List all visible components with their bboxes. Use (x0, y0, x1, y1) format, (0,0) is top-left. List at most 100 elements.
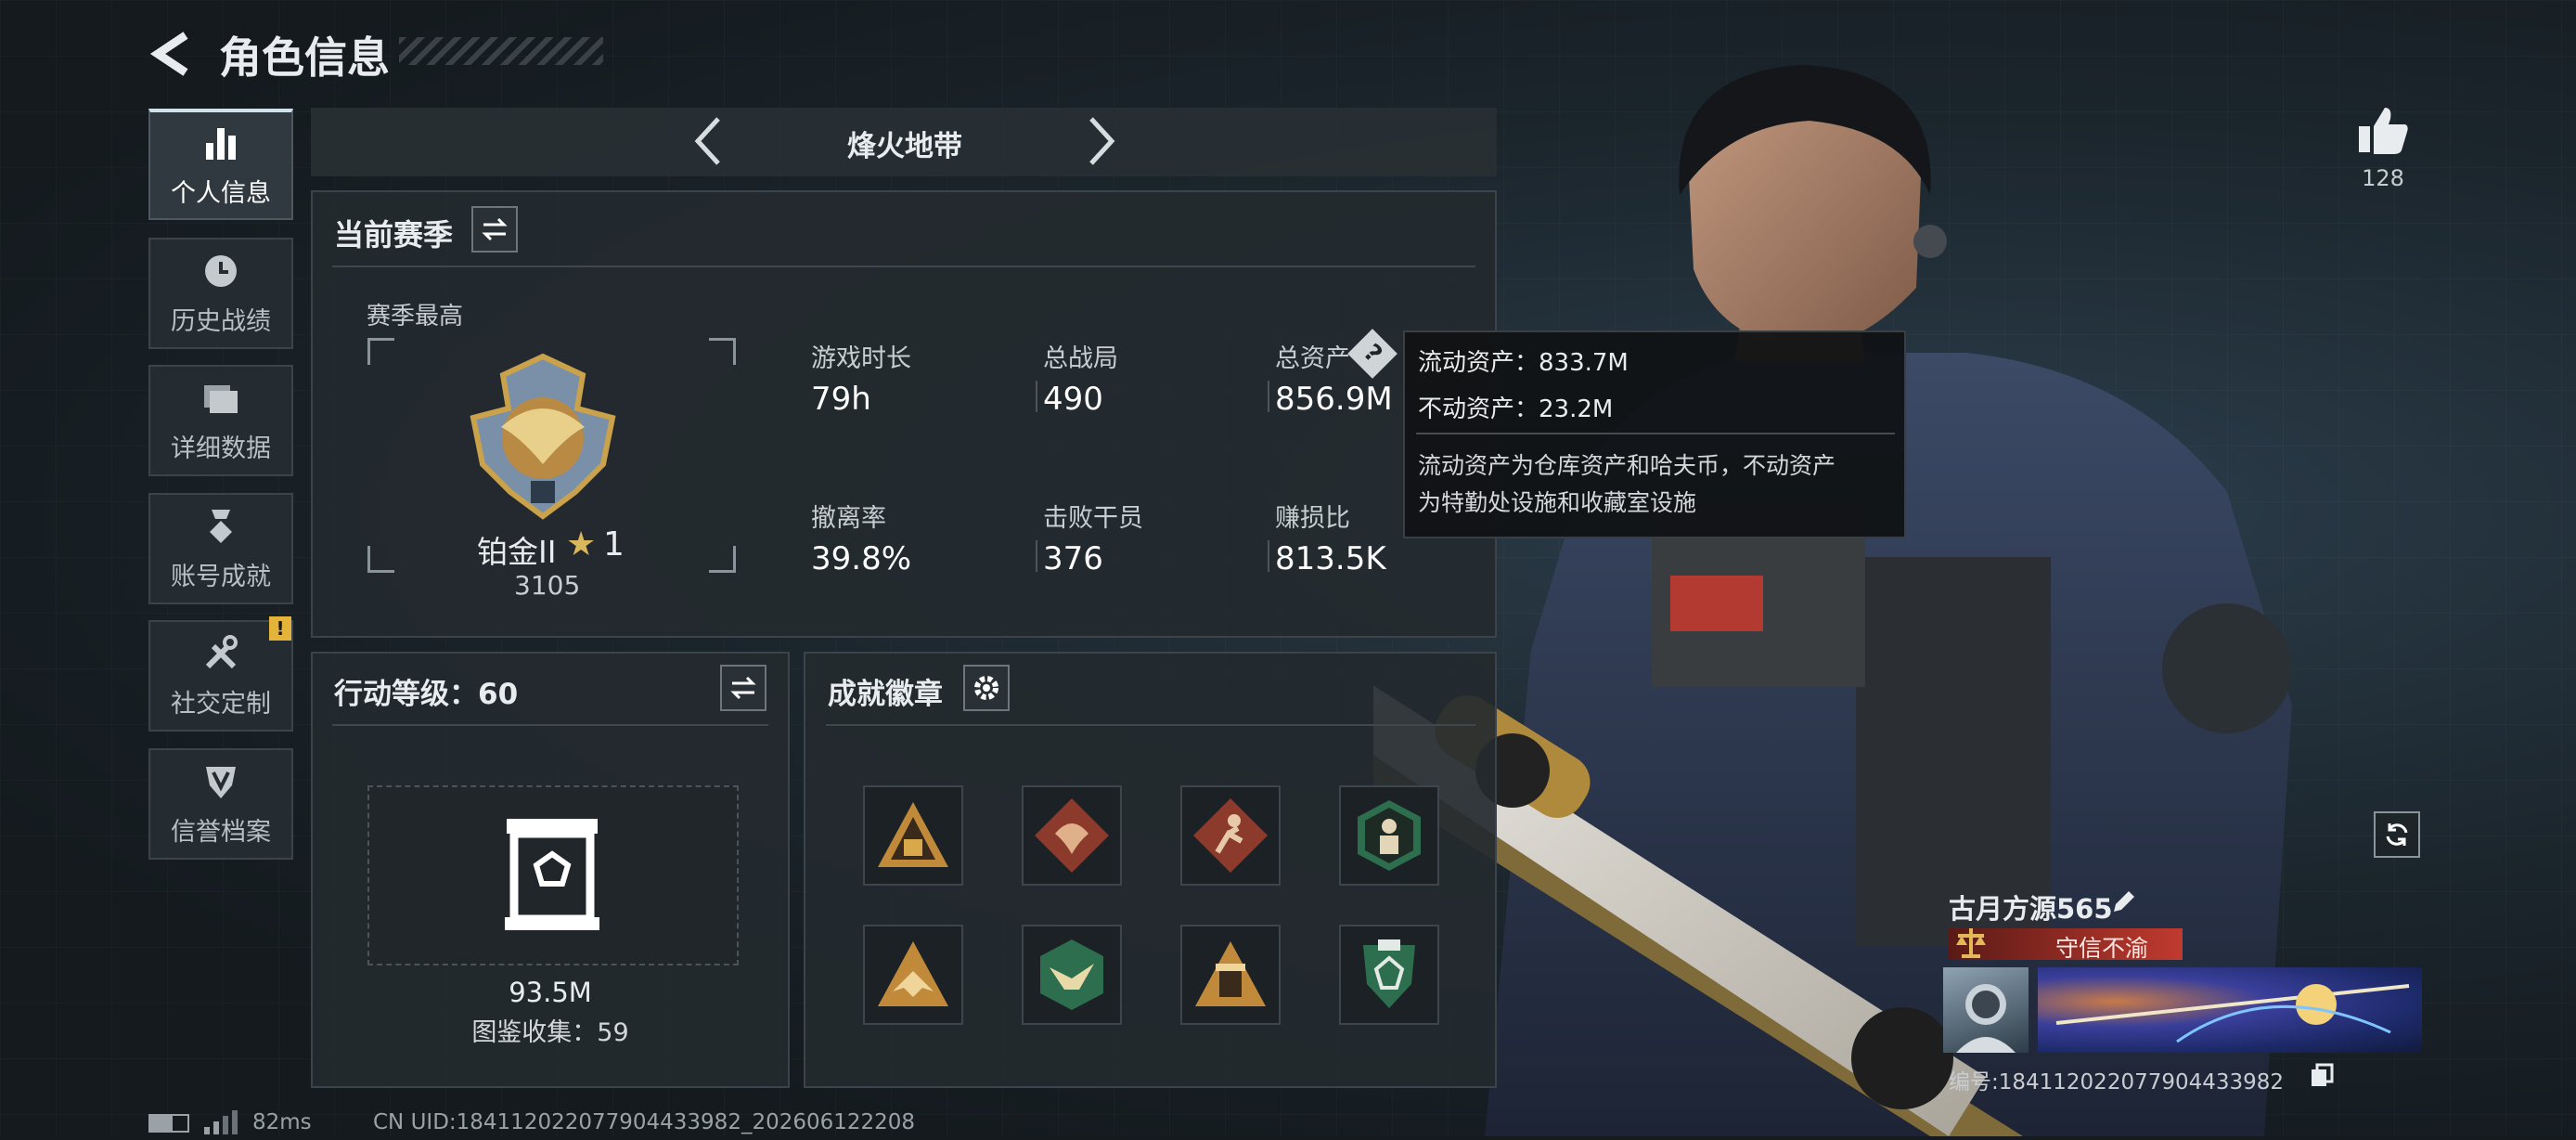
edit-name-button[interactable] (2108, 886, 2140, 917)
season-switch-button[interactable] (471, 206, 518, 253)
season-divider (332, 266, 1475, 267)
sidebar-item-achievements[interactable]: 账号成就 (148, 493, 293, 604)
stat-label-extract-rate: 撤离率 (811, 504, 886, 533)
tools-icon (205, 634, 238, 668)
sidebar-item-detail-data[interactable]: 详细数据 (148, 365, 293, 476)
sidebar-item-label: 信誉档案 (171, 817, 271, 847)
sidebar-item-label: 详细数据 (171, 434, 271, 463)
green-shield-badge-icon (1363, 939, 1415, 1008)
stat-separator (1036, 540, 1037, 572)
pencil-icon (2114, 891, 2134, 912)
tooltip-liquid-assets: 流动资产：833.7M (1418, 349, 1629, 377)
eagle-hexagon-badge-icon (1040, 939, 1103, 1010)
swap-icon (482, 217, 508, 241)
frame-corner (367, 546, 394, 573)
swap-icon (730, 676, 756, 700)
stat-separator (1268, 540, 1269, 572)
alert-badge: ! (269, 616, 291, 641)
sidebar-item-label: 个人信息 (171, 178, 271, 208)
rank-star-count: 1 (603, 525, 625, 564)
sidebar-item-profile[interactable]: 个人信息 (148, 109, 293, 220)
copy-icon (2312, 1063, 2334, 1086)
mode-label: 烽火地带 (847, 130, 962, 163)
achievement-badge[interactable] (863, 785, 963, 886)
mode-prev-button[interactable] (687, 113, 733, 169)
tower-triangle-badge-icon (1195, 941, 1266, 1006)
like-button[interactable] (2355, 102, 2411, 158)
tooltip-description-2: 为特勤处设施和收藏室设施 (1418, 489, 1697, 516)
bar-chart-icon (206, 127, 236, 160)
achievement-badge[interactable] (1180, 785, 1281, 886)
assets-tooltip: 流动资产：833.7M 不动资产：23.2M 流动资产为仓库资产和哈夫币，不动资… (1403, 330, 1906, 538)
rank-points: 3105 (514, 570, 581, 601)
player-banner[interactable] (2038, 967, 2422, 1053)
player-id: 编号:18411202207790443398​2 (1949, 1070, 2285, 1095)
medal-icon (210, 509, 232, 543)
achievement-badge[interactable] (863, 925, 963, 1025)
stat-value-kills: 376 (1043, 540, 1103, 577)
folder-icon (204, 384, 238, 413)
stat-label-profit-ratio: 赚损比 (1275, 504, 1350, 533)
stat-value-extract-rate: 39.8% (811, 540, 912, 577)
tooltip-fixed-assets: 不动资产：23.2M (1418, 395, 1614, 423)
rank-star-icon: ★ (566, 525, 597, 564)
wings-triangle-badge-icon (878, 941, 948, 1006)
back-arrow-icon (149, 32, 188, 76)
rank-emblem (464, 353, 622, 520)
stat-separator (1268, 381, 1269, 412)
achievements-title: 成就徽章 (828, 678, 943, 711)
stat-separator (1036, 381, 1037, 412)
hexagon-figure-badge-icon (1358, 800, 1421, 871)
gear-icon (974, 676, 998, 700)
like-count: 128 (2362, 165, 2404, 191)
reputation-title: 守信不渝 (2054, 935, 2148, 962)
dragon-badge-icon (1035, 798, 1109, 873)
sidebar-item-label: 历史战绩 (171, 306, 271, 336)
player-avatar[interactable] (1943, 967, 2029, 1053)
achievement-badge[interactable] (1339, 785, 1439, 886)
player-name: 古月方源565 (1949, 893, 2113, 925)
rotate-button[interactable] (2374, 811, 2420, 858)
chevron-right-icon (1089, 117, 1115, 165)
tooltip-description-1: 流动资产为仓库资产和哈夫币，不动资产 (1418, 452, 1836, 479)
achievement-badge[interactable] (1022, 785, 1122, 886)
achievement-badge[interactable] (1180, 925, 1281, 1025)
shield-icon (206, 766, 236, 798)
achievement-badge[interactable] (1022, 925, 1122, 1025)
achievement-badge[interactable] (1339, 925, 1439, 1025)
copy-id-button[interactable] (2309, 1062, 2335, 1088)
runner-badge-icon (1193, 798, 1268, 873)
stat-value-assets: 856.9M (1275, 381, 1393, 418)
achievements-divider (826, 724, 1475, 726)
achievements-settings-button[interactable] (963, 665, 1010, 711)
stat-value-playtime: 79h (811, 381, 871, 418)
collection-value: 93.5M (509, 977, 592, 1008)
season-best-label: 赛季最高 (367, 303, 464, 330)
chevron-left-icon (694, 117, 720, 165)
collection-display-icon (501, 813, 603, 934)
action-level-title: 行动等级：60 (334, 678, 519, 711)
signal-icon (202, 1110, 239, 1134)
uid-readout: CN UID:18411202207790443398​2_2026061222… (373, 1110, 916, 1134)
stat-label-kills: 击败干员 (1043, 504, 1143, 533)
frame-corner (709, 546, 736, 573)
stat-value-profit-ratio: 813.5K (1275, 540, 1386, 577)
title-stripes (399, 37, 603, 65)
ping-readout: 82ms (252, 1110, 312, 1134)
sidebar-item-label: 社交定制 (171, 689, 271, 719)
battery-icon (148, 1114, 189, 1133)
sidebar-item-history[interactable]: 历史战绩 (148, 238, 293, 349)
mode-next-button[interactable] (1076, 113, 1123, 169)
sidebar-item-reputation[interactable]: 信誉档案 (148, 748, 293, 860)
season-title: 当前赛季 (334, 217, 454, 253)
sidebar-item-label: 账号成就 (171, 562, 271, 591)
stat-label-playtime: 游戏时长 (811, 344, 911, 373)
thumbs-up-icon (2359, 108, 2408, 154)
frame-corner (709, 338, 736, 365)
action-level-switch-button[interactable] (720, 665, 766, 711)
stat-value-matches: 490 (1043, 381, 1103, 418)
clock-icon (205, 254, 237, 287)
reputation-scale-icon (1952, 925, 1990, 962)
back-button[interactable] (148, 26, 195, 82)
frame-corner (367, 338, 394, 365)
